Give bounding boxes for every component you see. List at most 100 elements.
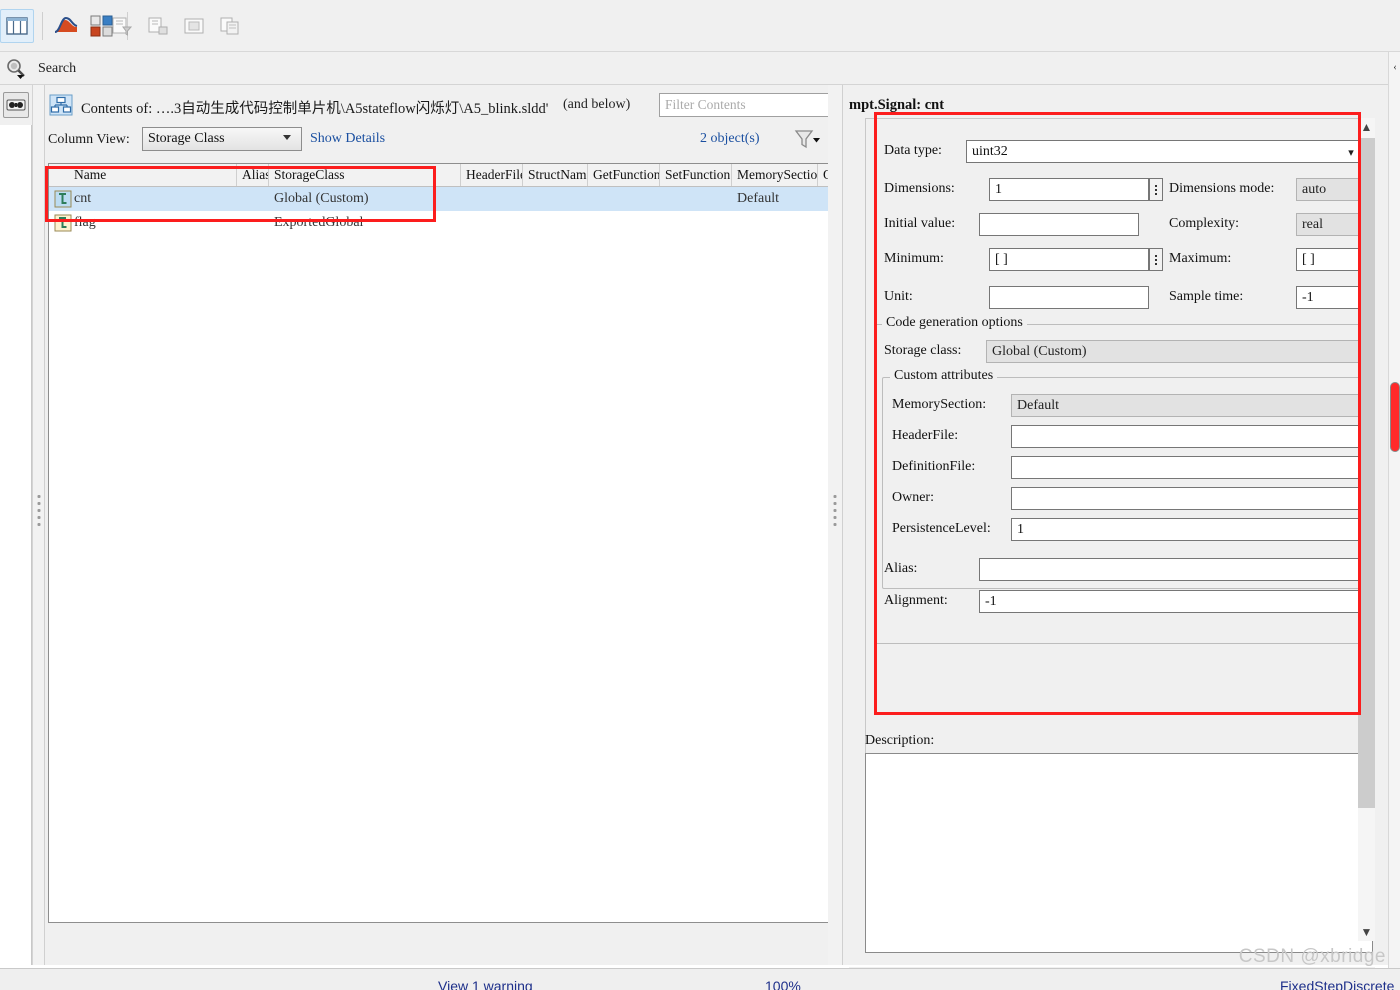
cell-alias xyxy=(237,211,269,235)
alias-label: Alias: xyxy=(884,561,918,576)
storage-class-input: Global (Custom) xyxy=(986,340,1361,363)
chevron-down-icon xyxy=(283,135,291,140)
property-dialog-pane: mpt.Signal: cnt Data type: uint32 ▾ Dime… xyxy=(842,85,1400,989)
hierarchy-toggle-button[interactable] xyxy=(3,92,29,118)
header-file-label: HeaderFile: xyxy=(892,428,959,443)
add-filter-button[interactable] xyxy=(105,9,139,43)
custom-attributes-title: Custom attributes xyxy=(890,368,998,384)
right-splitter[interactable] xyxy=(828,85,842,965)
copy-object-icon xyxy=(148,17,168,35)
property-vertical-scrollbar[interactable]: ▲ ▼ xyxy=(1358,118,1375,941)
simulink-logo-button[interactable] xyxy=(49,9,83,43)
search-button[interactable] xyxy=(0,52,34,85)
cell-name: cnt xyxy=(74,191,92,206)
column-header-getfunction[interactable]: GetFunction xyxy=(588,164,660,186)
copy-object-button[interactable] xyxy=(141,9,175,43)
status-warning[interactable]: View 1 warning xyxy=(438,978,533,990)
table-header-row: Name Alias StorageClass HeaderFile StructNam… xyxy=(49,164,858,187)
window-vertical-scrollbar[interactable]: ‹ xyxy=(1388,52,1400,990)
chevron-left-icon[interactable]: ‹ xyxy=(1389,60,1400,74)
column-view-row: Column View: Storage Class Show Details … xyxy=(45,125,836,157)
left-splitter[interactable] xyxy=(33,85,45,965)
watermark: CSDN @xbridge xyxy=(1238,946,1386,967)
table-row[interactable]: cnt Global (Custom) Default xyxy=(49,187,833,211)
data-type-input[interactable]: uint32 xyxy=(966,140,1362,163)
hierarchy-icon xyxy=(48,93,74,117)
dimensions-label: Dimensions: xyxy=(884,181,955,196)
column-view-label: Column View: xyxy=(48,132,130,147)
object-count-label: 2 object(s) xyxy=(700,131,760,146)
dimensions-stepper[interactable] xyxy=(1149,178,1163,201)
definition-file-input[interactable] xyxy=(1011,456,1359,479)
column-header-memorysection[interactable]: MemorySection xyxy=(732,164,818,186)
owner-label: Owner: xyxy=(892,490,934,505)
minimum-input[interactable]: [ ] xyxy=(989,248,1149,271)
definition-file-label: DefinitionFile: xyxy=(892,459,976,474)
duplicate-button[interactable] xyxy=(213,9,247,43)
filter-contents-input[interactable] xyxy=(659,93,829,117)
export-button[interactable] xyxy=(177,9,211,43)
chevron-up-icon[interactable]: ▲ xyxy=(1358,118,1375,136)
window-scroll-thumb[interactable] xyxy=(1390,382,1400,452)
persistence-level-input[interactable]: 1 xyxy=(1011,518,1359,541)
add-filter-icon xyxy=(112,17,133,36)
property-form: Data type: uint32 ▾ Dimensions: 1 Dimens… xyxy=(865,118,1373,853)
cell-storageclass: ExportedGlobal xyxy=(274,215,364,230)
objects-table[interactable]: Name Alias StorageClass HeaderFile StructNam… xyxy=(48,163,858,923)
search-magnifier-icon xyxy=(7,58,25,79)
column-header-name[interactable]: Name xyxy=(69,164,237,186)
unit-label: Unit: xyxy=(884,289,913,304)
export-icon xyxy=(184,18,204,34)
cell-storageclass: Global (Custom) xyxy=(274,191,369,206)
table-body: cnt Global (Custom) Default flag ExportedGlo… xyxy=(49,187,833,235)
binoculars-icon xyxy=(6,99,26,111)
alignment-label: Alignment: xyxy=(884,593,948,608)
show-details-link[interactable]: Show Details xyxy=(310,131,385,147)
column-header-headerfile[interactable]: HeaderFile xyxy=(461,164,523,186)
property-scroll-thumb[interactable] xyxy=(1358,138,1375,808)
model-hierarchy-tree-panel xyxy=(0,125,32,965)
simulink-logo-icon xyxy=(54,16,78,33)
status-bar: View 1 warning 100% FixedStepDiscrete xyxy=(0,968,1400,990)
description-textarea[interactable] xyxy=(865,753,1373,953)
data-type-label: Data type: xyxy=(884,143,942,158)
breadcrumb: Contents of: ….3自动生成代码控制单片机\A5stateflow闪… xyxy=(45,89,836,123)
cell-memorysection: Default xyxy=(737,191,779,206)
dimensions-input[interactable]: 1 xyxy=(989,178,1149,201)
alignment-input[interactable]: -1 xyxy=(979,590,1361,613)
breadcrumb-path: Contents of: ….3自动生成代码控制单片机\A5stateflow闪… xyxy=(81,101,549,117)
model-explorer-view-button[interactable] xyxy=(0,9,34,43)
minimum-stepper[interactable] xyxy=(1149,248,1163,271)
chevron-down-icon[interactable]: ▼ xyxy=(1358,923,1375,941)
cell-alias xyxy=(237,187,269,211)
alias-input[interactable] xyxy=(979,558,1361,581)
status-zoom: 100% xyxy=(765,978,801,990)
maximum-label: Maximum: xyxy=(1169,251,1232,266)
minimum-label: Minimum: xyxy=(884,251,944,266)
toolbar-divider-1 xyxy=(42,12,43,40)
main-toolbar xyxy=(0,0,1400,52)
search-label: Search xyxy=(38,61,77,76)
storage-class-label: Storage class: xyxy=(884,343,962,358)
dimensions-mode-label: Dimensions mode: xyxy=(1169,181,1275,196)
duplicate-icon xyxy=(220,17,239,35)
column-header-storageclass[interactable]: StorageClass xyxy=(269,164,461,186)
unit-input[interactable] xyxy=(989,286,1149,309)
memory-section-input: Default xyxy=(1011,394,1359,417)
property-dialog-title: mpt.Signal: cnt xyxy=(849,97,945,113)
filter-options-button[interactable] xyxy=(793,127,833,153)
initial-value-input[interactable] xyxy=(979,213,1139,236)
owner-input[interactable] xyxy=(1011,487,1359,510)
column-header-alias[interactable]: Alias xyxy=(237,164,269,186)
sample-time-label: Sample time: xyxy=(1169,289,1244,304)
header-file-input[interactable] xyxy=(1011,425,1359,448)
column-header-structname[interactable]: StructName xyxy=(523,164,588,186)
column-header-setfunction[interactable]: SetFunction xyxy=(660,164,732,186)
memory-section-label: MemorySection: xyxy=(892,397,987,412)
chevron-down-icon[interactable]: ▾ xyxy=(1344,145,1358,159)
splitter-grip xyxy=(37,495,40,530)
column-view-select[interactable]: Storage Class xyxy=(142,127,302,151)
table-row[interactable]: flag ExportedGlobal xyxy=(49,211,833,235)
model-explorer-view-icon xyxy=(6,17,28,35)
right-splitter-grip xyxy=(833,495,837,530)
